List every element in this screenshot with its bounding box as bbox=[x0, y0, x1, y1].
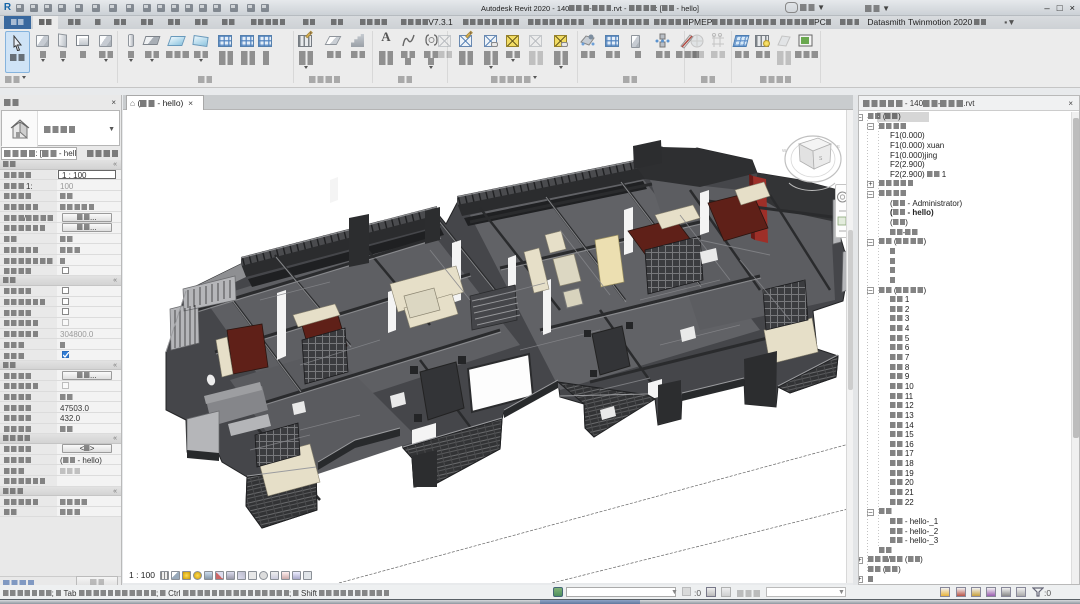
svg-text:E: E bbox=[837, 144, 840, 149]
